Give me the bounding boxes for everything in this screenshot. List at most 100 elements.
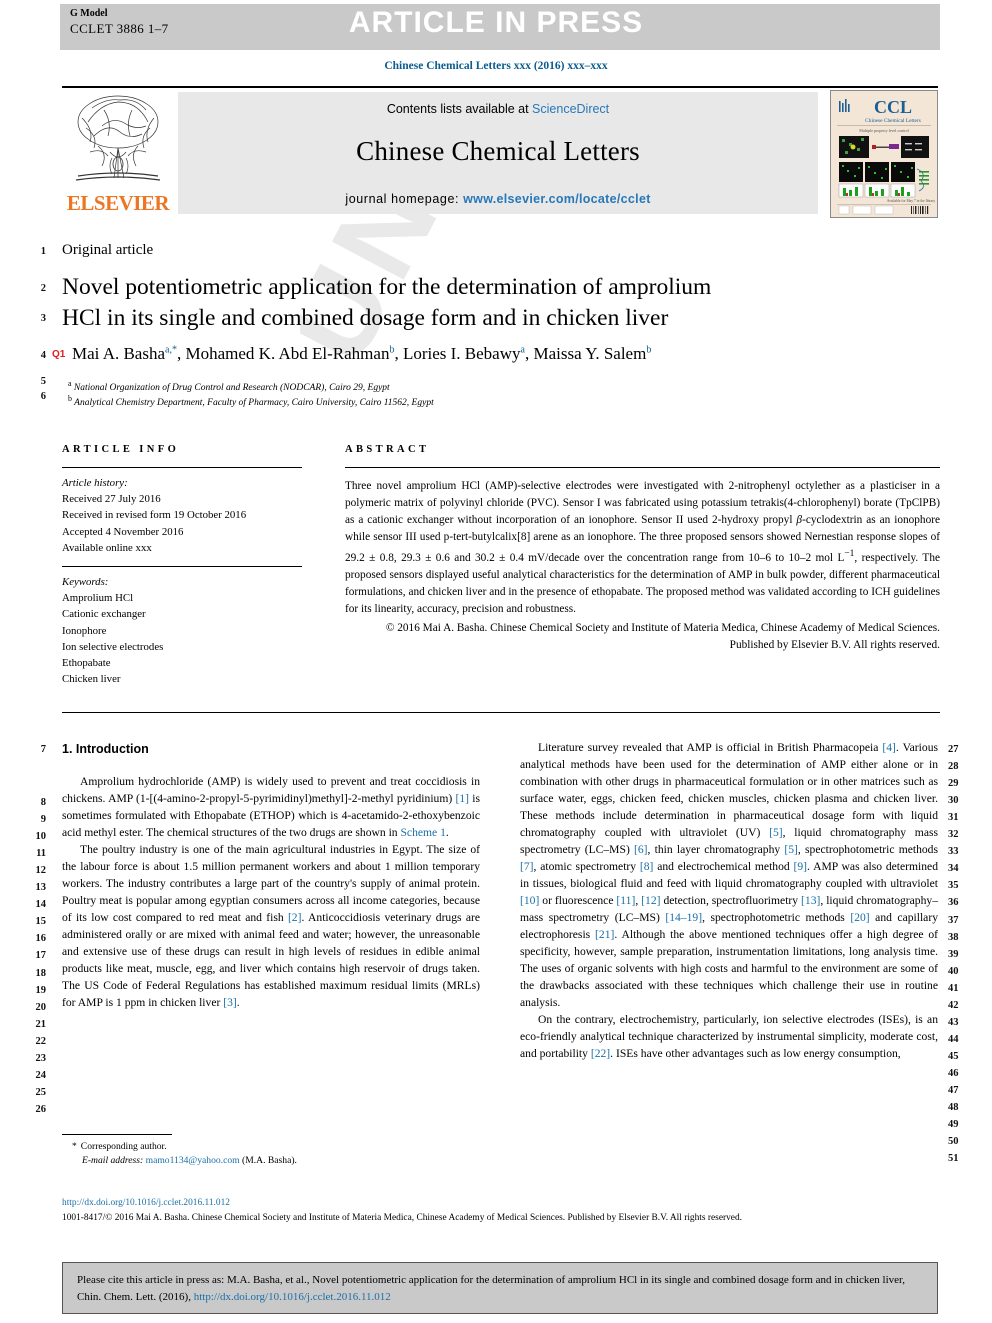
affiliation-b-text: Analytical Chemistry Department, Faculty…: [74, 398, 434, 409]
footer-doi-block: http://dx.doi.org/10.1016/j.cclet.2016.1…: [62, 1196, 940, 1225]
body-column-right: Literature survey revealed that AMP is o…: [520, 740, 938, 1063]
line-number: 30: [948, 795, 959, 807]
divider: [62, 1134, 172, 1135]
line-number: 20: [35, 1001, 47, 1013]
masthead-center: Contents lists available at ScienceDirec…: [178, 92, 818, 214]
paper-page: UNCORRECTED PROOF G Model CCLET 3886 1–7…: [0, 0, 992, 1323]
svg-text:Available for May 7 in the lib: Available for May 7 in the library: [887, 199, 936, 203]
homepage-label: journal homepage:: [345, 192, 460, 206]
line-number: 33: [948, 846, 959, 858]
line-number: 8: [40, 797, 46, 808]
line-number: 5: [40, 376, 46, 387]
line-number: 3: [40, 313, 46, 324]
affiliation-b: b Analytical Chemistry Department, Facul…: [68, 394, 434, 409]
keyword-item: Ionophore: [62, 624, 107, 637]
line-number: 50: [948, 1136, 959, 1148]
paragraph: Amprolium hydrochloride (AMP) is widely …: [62, 775, 480, 840]
history-item: Received in revised form 19 October 2016: [62, 509, 247, 522]
line-number: 38: [948, 931, 959, 943]
line-number: 31: [948, 812, 959, 824]
cite-this-article-box: Please cite this article in press as: M.…: [62, 1262, 938, 1314]
line-number: 44: [948, 1033, 959, 1045]
line-number: 19: [35, 984, 47, 996]
line-number: 24: [35, 1069, 47, 1081]
line-number: 47: [948, 1085, 959, 1096]
history-item: Accepted 4 November 2016: [62, 525, 184, 538]
section-heading-introduction: 1. Introduction: [62, 742, 149, 756]
asterisk-icon: *: [72, 1141, 77, 1152]
email-label: E-mail address:: [82, 1155, 144, 1167]
abstract-body: Three novel amprolium HCl (AMP)-selectiv…: [345, 480, 940, 615]
article-info-column: ARTICLE INFO Article history: Received 2…: [62, 444, 302, 687]
line-number: 32: [948, 829, 959, 841]
article-history-label: Article history:: [62, 477, 128, 489]
line-number: 17: [35, 950, 47, 962]
keyword-item: Ion selective electrodes: [62, 640, 164, 653]
line-number: 11: [36, 848, 46, 860]
query-flag-q1[interactable]: Q1: [52, 349, 65, 360]
line-number: 7: [40, 744, 46, 755]
footer-doi-link[interactable]: http://dx.doi.org/10.1016/j.cclet.2016.1…: [62, 1196, 940, 1211]
journal-cover-thumbnail[interactable]: CCL Chinese Chemical Letters Multiple pr…: [830, 90, 938, 218]
paragraph: On the contrary, electrochemistry, parti…: [520, 1012, 938, 1060]
line-number: 2: [40, 283, 46, 294]
title-line-2: HCl in its single and combined dosage fo…: [62, 305, 669, 332]
line-number: 25: [35, 1086, 47, 1098]
affiliation-a-text: National Organization of Drug Control an…: [73, 383, 390, 394]
line-number: 21: [35, 1018, 47, 1030]
corresponding-author-line: * Corresponding author.: [72, 1140, 480, 1154]
line-number: 43: [948, 1016, 959, 1028]
line-number: 27: [948, 744, 959, 755]
journal-citation[interactable]: Chinese Chemical Letters xxx (2016) xxx–…: [0, 60, 992, 72]
contents-prefix: Contents lists available at: [386, 102, 533, 116]
sciencedirect-link[interactable]: ScienceDirect: [532, 102, 609, 116]
line-number: 36: [948, 897, 959, 909]
line-number: 46: [948, 1067, 959, 1079]
corresponding-author-footnote: * Corresponding author. E-mail address: m…: [62, 1134, 480, 1169]
line-number: 34: [948, 863, 959, 875]
abstract-copyright: © 2016 Mai A. Basha. Chinese Chemical So…: [385, 622, 940, 652]
article-in-press-title: ARTICLE IN PRESS: [348, 6, 644, 39]
line-number: 49: [948, 1119, 959, 1131]
ccl-cover-artwork: CCL Chinese Chemical Letters Multiple pr…: [831, 91, 937, 217]
line-number: 40: [948, 965, 959, 977]
keywords-label: Keywords:: [62, 575, 109, 588]
line-number: 41: [948, 982, 959, 994]
line-number: 48: [948, 1102, 959, 1114]
cite-doi-link[interactable]: http://dx.doi.org/10.1016/j.cclet.2016.1…: [194, 1291, 391, 1303]
keyword-item: Ethopabate: [62, 656, 111, 669]
author-list: Mai A. Bashaa,*, Mohamed K. Abd El-Rahma…: [72, 344, 652, 363]
line-number: 29: [948, 778, 959, 790]
email-link[interactable]: mamo1134@yahoo.com: [146, 1155, 240, 1166]
keywords-block: Keywords: Amprolium HCl Cationic exchang…: [62, 567, 302, 687]
abstract-column: ABSTRACT Three novel amprolium HCl (AMP)…: [345, 444, 940, 654]
line-number: 13: [35, 882, 47, 894]
line-number: 9: [40, 814, 46, 826]
history-item: Available online xxx: [62, 541, 152, 554]
title-line-1: Novel potentiometric application for the…: [62, 274, 712, 300]
svg-text:CCL: CCL: [874, 97, 912, 117]
line-number: 12: [35, 865, 47, 877]
homepage-url[interactable]: www.elsevier.com/locate/cclet: [463, 192, 651, 206]
line-number: 22: [35, 1035, 47, 1047]
history-item: Received 27 July 2016: [62, 493, 161, 506]
line-number: 4: [40, 350, 46, 361]
corresponding-author-label: Corresponding author.: [80, 1141, 167, 1152]
line-number: 45: [948, 1050, 959, 1062]
line-number: 16: [35, 933, 47, 945]
line-number: 14: [35, 899, 47, 911]
footer-copyright: 1001-8417/© 2016 Mai A. Basha. Chinese C…: [62, 1212, 742, 1223]
article-info-heading: ARTICLE INFO: [62, 444, 180, 455]
line-number: 15: [35, 916, 47, 928]
line-number: 23: [35, 1052, 47, 1064]
journal-masthead: ELSEVIER Contents lists available at Sci…: [62, 86, 938, 218]
line-number: 1: [40, 246, 46, 257]
elsevier-logo: ELSEVIER: [64, 92, 172, 214]
line-number: 6: [40, 391, 46, 402]
abstract-heading: ABSTRACT: [345, 444, 430, 455]
divider: [62, 712, 940, 713]
line-number: 51: [948, 1153, 959, 1165]
line-number: 18: [35, 967, 47, 979]
line-number: 26: [35, 1103, 47, 1115]
line-number: 39: [948, 948, 959, 960]
